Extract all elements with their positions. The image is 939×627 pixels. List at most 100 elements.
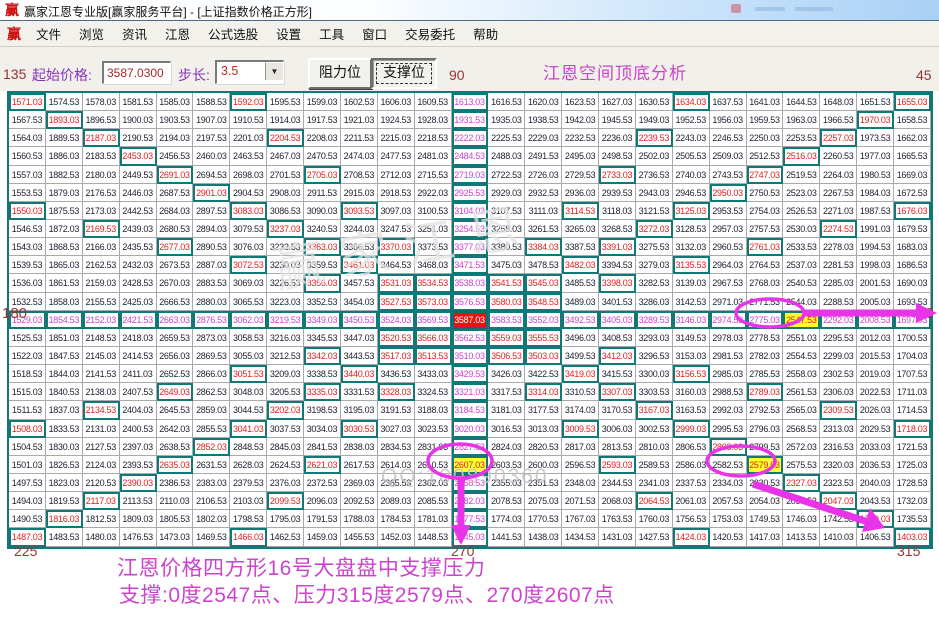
price-cell: 2876.53	[193, 310, 231, 329]
center-price-cell: 3587.03	[450, 309, 490, 330]
price-cell: 3412.03	[599, 346, 636, 366]
price-cell: 2960.53	[709, 238, 747, 257]
price-cell: 2330.53	[746, 473, 784, 493]
price-cell: 1732.03	[894, 492, 931, 511]
menu-item-7[interactable]: 窗口	[353, 21, 396, 46]
toolbar: 起始价格: 步长: 3.5 ▼ 阻力位 支撑位 江恩空间顶底分析	[0, 47, 939, 91]
price-cell: 1826.53	[45, 455, 83, 474]
price-cell: 1956.03	[709, 111, 747, 130]
price-cell: 1658.53	[894, 111, 931, 130]
price-cell: 1935.03	[488, 111, 526, 130]
price-cell: 3331.53	[340, 383, 378, 402]
price-cell: 1651.53	[857, 93, 894, 112]
price-cell: 2561.53	[783, 383, 821, 402]
window-title: 赢家江恩专业版[赢家服务平台] - [上证指数价格正方形]	[24, 5, 313, 19]
price-cell: 2593.03	[599, 455, 636, 474]
price-cell: 2460.03	[193, 147, 231, 166]
price-cell: 2974.53	[709, 310, 747, 329]
price-cell: 3181.03	[488, 401, 526, 420]
menu-item-5[interactable]: 设置	[267, 21, 310, 46]
price-cell: 3307.03	[599, 383, 636, 402]
titlebar-mark	[755, 7, 785, 11]
price-cell: 1725.03	[894, 455, 931, 474]
price-cell: 3023.53	[414, 419, 452, 438]
price-cell: 1819.53	[45, 492, 83, 511]
price-cell: 2999.03	[672, 419, 710, 438]
support-button[interactable]: 支撑位	[371, 58, 437, 89]
price-cell: 3384.03	[525, 238, 563, 257]
price-cell: 2054.03	[746, 492, 784, 511]
menu-item-4[interactable]: 公式选股	[199, 21, 267, 46]
price-cell: 3289.53	[635, 310, 673, 329]
highlighted-price-cell: 2547.53	[783, 310, 821, 329]
price-cell: 1427.53	[635, 528, 673, 547]
menu-item-0[interactable]: 文件	[27, 21, 70, 46]
price-cell: 2873.03	[193, 328, 231, 347]
price-cell: 1504.53	[9, 437, 46, 456]
price-cell: 1525.53	[9, 328, 46, 347]
price-cell: 2827.53	[451, 437, 489, 456]
price-cell: 2159.03	[82, 274, 120, 293]
price-cell: 3338.53	[304, 365, 341, 384]
price-cell: 1942.03	[562, 111, 599, 130]
chevron-down-icon[interactable]: ▼	[265, 62, 283, 80]
price-cell: 2600.03	[525, 455, 563, 474]
price-cell: 2124.03	[82, 455, 120, 474]
price-cell: 3580.03	[488, 292, 526, 311]
price-cell: 3485.53	[562, 274, 599, 293]
price-cell: 1795.03	[267, 510, 304, 529]
price-cell: 3499.53	[562, 346, 599, 366]
menu-item-3[interactable]: 江恩	[156, 21, 199, 46]
start-price-input[interactable]	[102, 61, 171, 84]
price-cell: 2750.53	[746, 183, 784, 202]
price-cell: 2015.53	[857, 346, 894, 366]
price-cell: 3156.53	[672, 365, 710, 384]
price-cell: 2512.53	[746, 147, 784, 166]
menu-item-9[interactable]: 帮助	[464, 21, 507, 46]
price-cell: 2145.03	[82, 346, 120, 366]
price-cell: 1637.53	[709, 93, 747, 112]
menu-item-8[interactable]: 交易委托	[396, 21, 464, 46]
price-cell: 2467.03	[267, 147, 304, 166]
price-cell: 1613.03	[451, 93, 489, 112]
price-cell: 2208.03	[304, 129, 341, 148]
price-cell: 3272.03	[635, 219, 673, 239]
price-cell: 2362.03	[414, 473, 452, 493]
price-cell: 1672.53	[894, 183, 931, 202]
price-cell: 1669.03	[894, 165, 931, 184]
price-cell: 2250.03	[746, 129, 784, 148]
price-cell: 2757.53	[746, 219, 784, 239]
price-cell: 1739.03	[857, 510, 894, 529]
price-cell: 2824.03	[488, 437, 526, 456]
price-cell: 2869.53	[193, 346, 231, 366]
price-cell: 2659.53	[156, 328, 194, 347]
price-cell: 3146.03	[672, 310, 710, 329]
price-cell: 2243.03	[672, 129, 710, 148]
price-cell: 3524.03	[377, 310, 415, 329]
menu-item-6[interactable]: 工具	[310, 21, 353, 46]
price-cell: 3342.03	[304, 346, 341, 366]
menu-item-2[interactable]: 资讯	[113, 21, 156, 46]
price-cell: 3114.53	[562, 201, 599, 220]
price-cell: 2071.53	[562, 492, 599, 511]
price-cell: 2901.03	[193, 183, 231, 202]
price-cell: 2498.53	[599, 147, 636, 166]
price-cell: 2253.53	[783, 129, 821, 148]
menu-item-1[interactable]: 浏览	[70, 21, 113, 46]
price-cell: 2285.03	[820, 274, 858, 293]
price-cell: 1735.53	[894, 510, 931, 529]
price-cell: 2624.53	[267, 455, 304, 474]
price-cell: 3069.03	[230, 274, 268, 293]
price-cell: 3422.53	[525, 365, 563, 384]
price-cell: 3534.53	[414, 274, 452, 293]
price-cell: 2176.53	[82, 183, 120, 202]
price-cell: 2540.53	[783, 274, 821, 293]
price-cell: 1872.03	[45, 219, 83, 239]
price-cell: 1823.03	[45, 473, 83, 493]
step-dropdown[interactable]: 3.5 ▼	[215, 60, 284, 84]
resistance-button[interactable]: 阻力位	[308, 58, 372, 89]
price-cell: 2421.53	[119, 310, 157, 329]
price-cell: 1511.53	[9, 401, 46, 420]
price-cell: 1802.03	[193, 510, 231, 529]
price-cell: 1893.03	[45, 111, 83, 130]
